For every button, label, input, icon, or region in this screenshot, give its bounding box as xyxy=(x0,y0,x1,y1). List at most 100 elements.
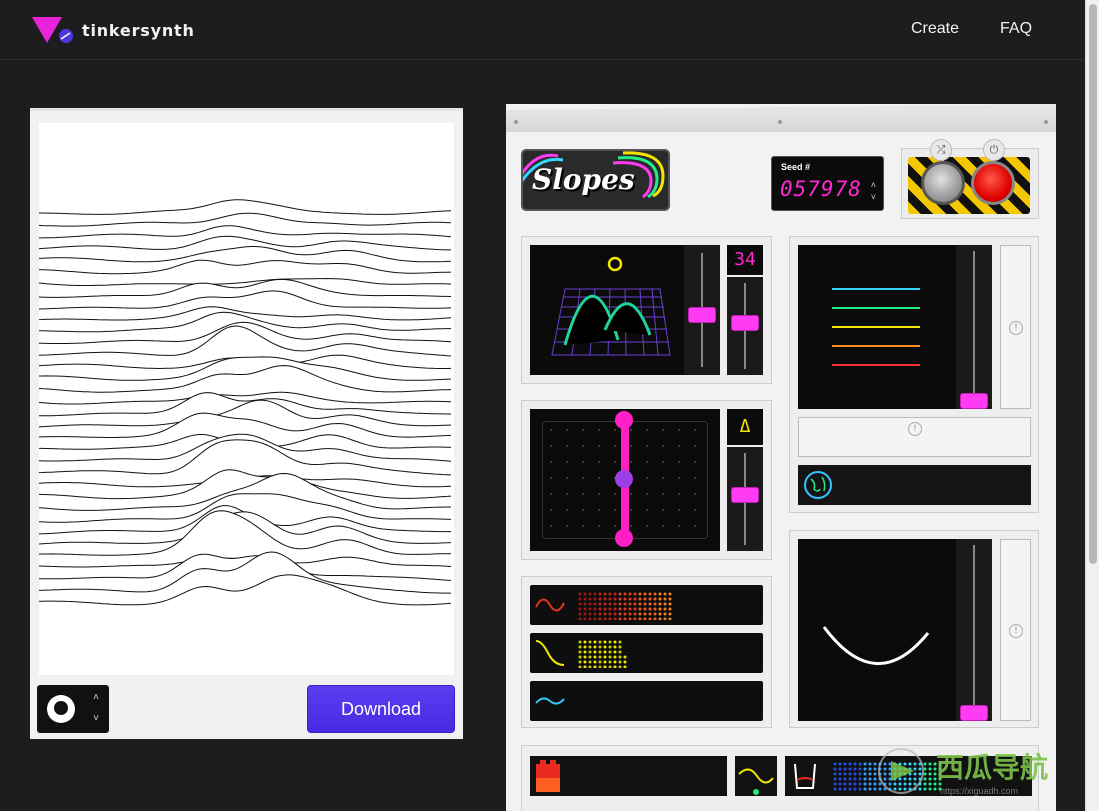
meter-dot xyxy=(643,617,647,620)
meter-dot xyxy=(598,602,602,606)
chevron-down-icon[interactable]: ˅ xyxy=(89,711,103,727)
meter-dot xyxy=(668,612,672,616)
meter-dot xyxy=(598,665,602,668)
meter-dot xyxy=(618,640,622,644)
slider-handle[interactable] xyxy=(960,705,988,721)
perspective-slider[interactable] xyxy=(727,447,763,551)
meter-dot xyxy=(833,767,837,771)
waveform-blue-row[interactable] xyxy=(530,681,763,721)
meter-dot xyxy=(868,787,872,791)
meter-dot xyxy=(643,592,647,596)
line-colors-display[interactable] xyxy=(798,245,956,409)
download-button[interactable]: Download xyxy=(307,685,455,733)
artwork-panel: ˄ ˅ Download xyxy=(30,108,463,739)
meter-dot xyxy=(588,650,592,654)
seed-value[interactable]: 057978 xyxy=(780,177,862,201)
slider-handle[interactable] xyxy=(731,315,759,331)
nav-faq-link[interactable]: FAQ xyxy=(1000,20,1032,38)
panel-top-bevel xyxy=(506,104,1056,132)
meter-dot xyxy=(618,612,622,616)
xy-pad[interactable] xyxy=(530,409,720,551)
slider-handle[interactable] xyxy=(688,307,716,323)
curve-display[interactable] xyxy=(798,539,956,721)
seed-stepper[interactable]: ˄ ˅ xyxy=(871,179,876,203)
meter-dot xyxy=(598,660,602,664)
meter-dot xyxy=(863,787,867,791)
line-count-slider[interactable] xyxy=(727,277,763,375)
range-handle-top[interactable] xyxy=(615,411,633,429)
scrollbar-thumb[interactable] xyxy=(1089,4,1097,564)
meter-dot xyxy=(613,617,617,620)
screw xyxy=(514,120,518,124)
waveform-module xyxy=(521,576,772,728)
meter-dot xyxy=(578,640,582,644)
meter-dot xyxy=(593,617,597,620)
meter-dot xyxy=(658,607,662,611)
meter-dot xyxy=(603,602,607,606)
slider-handle[interactable] xyxy=(731,487,759,503)
meter-dot xyxy=(613,655,617,659)
waveform-yellow-row[interactable] xyxy=(530,633,763,673)
meter-dot xyxy=(593,607,597,611)
wave-shape-toggle[interactable] xyxy=(735,756,777,796)
meter-dot xyxy=(663,607,667,611)
slider-handle[interactable] xyxy=(960,393,988,409)
color-theme-picker[interactable]: ˄ ˅ xyxy=(37,685,109,733)
meter-dot xyxy=(578,597,582,601)
globe-toggle[interactable] xyxy=(798,465,1031,505)
site-watermark: 西瓜导航 https://xiguadh.com xyxy=(876,742,1086,802)
range-handle-bottom[interactable] xyxy=(615,529,633,547)
meter-dot xyxy=(618,655,622,659)
meter-dot xyxy=(653,592,657,596)
ridge-line xyxy=(39,259,452,275)
meter-dot xyxy=(608,607,612,611)
locked-slot: ! xyxy=(798,417,1031,457)
meter-dot xyxy=(638,607,642,611)
meter-dot xyxy=(608,645,612,649)
curve-slider[interactable] xyxy=(956,539,992,721)
peaks-display[interactable] xyxy=(530,245,684,375)
page-scrollbar[interactable] xyxy=(1085,0,1099,811)
meter-dot xyxy=(598,597,602,601)
meter-dot xyxy=(858,782,862,786)
meter-dot xyxy=(838,762,842,766)
meter-dot xyxy=(638,602,642,606)
sine-wave-yellow-icon xyxy=(535,640,565,666)
meter-dot xyxy=(623,660,627,664)
triangle-icon: Δ xyxy=(727,409,763,445)
meter-dot xyxy=(583,650,587,654)
waveform-red-row[interactable] xyxy=(530,585,763,625)
meter-dot xyxy=(648,597,652,601)
meter-dot xyxy=(583,607,587,611)
meter-dot xyxy=(588,602,592,606)
meter-dot xyxy=(653,607,657,611)
block-toggle[interactable] xyxy=(530,756,727,796)
peaks-module: 34 xyxy=(521,236,772,384)
range-handle-mid[interactable] xyxy=(615,470,633,488)
meter-dot xyxy=(843,772,847,776)
randomize-button[interactable] xyxy=(921,161,965,205)
seed-input[interactable]: Seed # 057978 ˄ ˅ xyxy=(771,156,884,211)
meter-dot xyxy=(648,607,652,611)
meter-dot xyxy=(583,602,587,606)
meter-dot xyxy=(668,617,672,620)
meter-dot xyxy=(583,665,587,668)
meter-dot xyxy=(588,607,592,611)
line-colors-slider[interactable] xyxy=(956,245,992,409)
peaks-slider[interactable] xyxy=(684,245,720,375)
chevron-up-icon[interactable]: ˄ xyxy=(89,690,103,706)
meter-dot xyxy=(658,617,662,620)
line-count-display: 34 xyxy=(727,245,763,275)
meter-dot xyxy=(848,787,852,791)
power-button[interactable] xyxy=(971,161,1015,205)
brand-logo[interactable]: tinkersynth xyxy=(32,15,195,45)
meter-dot xyxy=(618,592,622,596)
meter-dot xyxy=(633,592,637,596)
meter-dot xyxy=(578,617,582,620)
nav-create-link[interactable]: Create xyxy=(911,20,959,38)
meter-dot xyxy=(848,782,852,786)
meter-dot xyxy=(623,612,627,616)
meter-dot xyxy=(598,645,602,649)
meter-dot xyxy=(593,650,597,654)
power-icon: ⏻ xyxy=(983,139,1005,161)
